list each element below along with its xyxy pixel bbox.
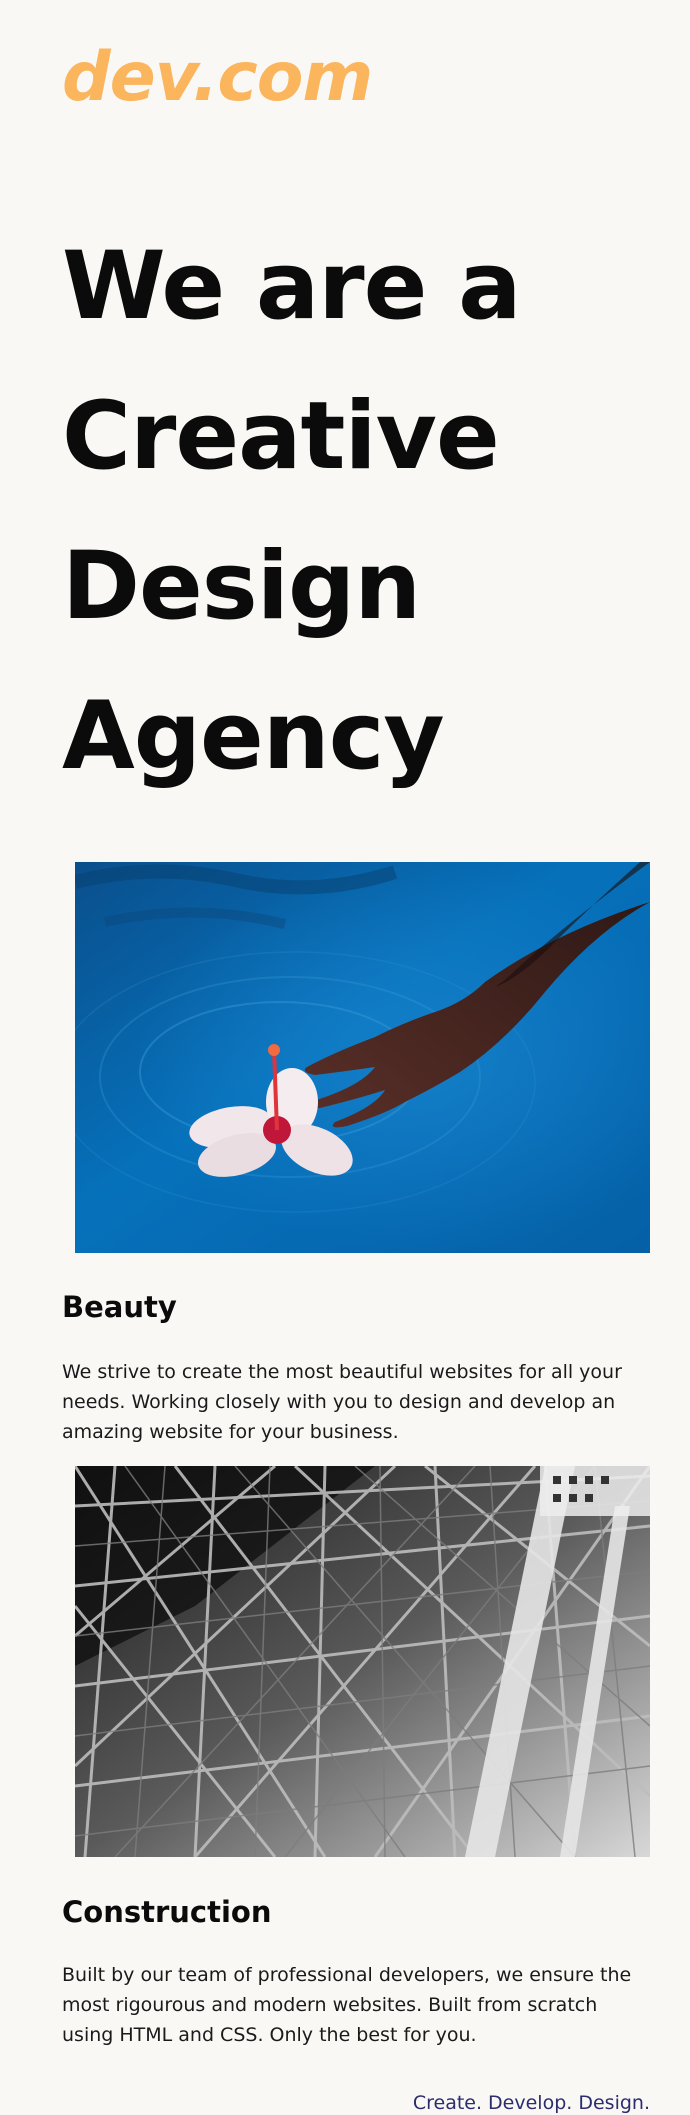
footer-tagline: Create. Develop. Design.	[412, 2092, 650, 2114]
card-title: Beauty	[62, 1290, 177, 1324]
hero-title-line: We are a	[62, 232, 522, 341]
page: dev.com We are a Creative Design Agency	[0, 0, 690, 2115]
hand-flower-water-photo	[75, 862, 650, 1253]
site-logo[interactable]: dev.com	[62, 44, 373, 112]
card-title: Construction	[62, 1895, 272, 1929]
card-text: We strive to create the most beautiful w…	[62, 1361, 622, 1443]
card-text: Built by our team of professional develo…	[62, 1964, 632, 2046]
hero-title: We are a Creative Design Agency	[62, 212, 642, 812]
steel-structure-photo	[75, 1466, 650, 1857]
hero-title-line: Agency	[62, 682, 445, 791]
hero-title-line: Creative	[62, 382, 500, 491]
hero-title-line: Design	[62, 532, 421, 641]
